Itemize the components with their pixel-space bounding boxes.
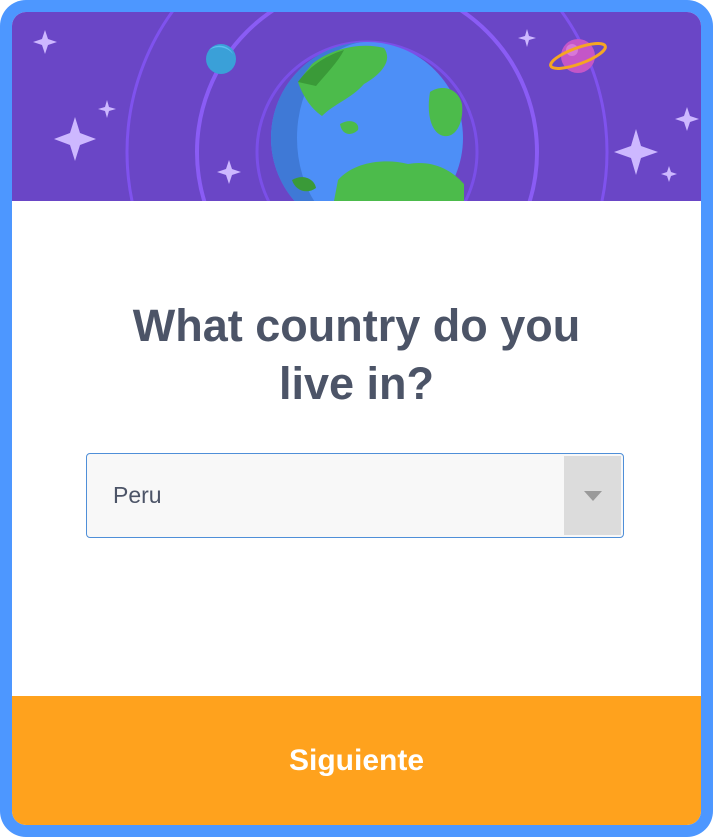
sparkle-icon <box>518 29 536 47</box>
question-title: What country do you live in? <box>52 297 661 413</box>
question-line-2: live in? <box>278 358 435 409</box>
sparkle-icon <box>675 107 699 131</box>
modal-frame: What country do you live in? Peru Siguie… <box>0 0 713 837</box>
chevron-down-icon <box>584 491 602 501</box>
sparkle-icon <box>98 100 116 118</box>
question-line-1: What country do you <box>132 300 581 351</box>
modal-card: What country do you live in? Peru Siguie… <box>12 12 701 825</box>
ringed-planet-icon <box>549 39 607 73</box>
country-select-value: Peru <box>113 482 162 508</box>
question-panel: What country do you live in? Peru <box>12 201 701 696</box>
space-scene <box>33 12 699 201</box>
country-select[interactable]: Peru <box>86 453 624 538</box>
sparkle-icon <box>217 160 241 184</box>
select-arrow-box[interactable] <box>564 456 621 535</box>
next-button[interactable]: Siguiente <box>12 696 701 825</box>
sparkle-icon <box>54 117 96 161</box>
hero-illustration <box>12 12 701 201</box>
sparkle-icon <box>661 166 677 182</box>
sparkle-icon <box>614 129 658 175</box>
sparkle-icon <box>33 30 57 54</box>
small-planet-icon <box>206 44 236 74</box>
